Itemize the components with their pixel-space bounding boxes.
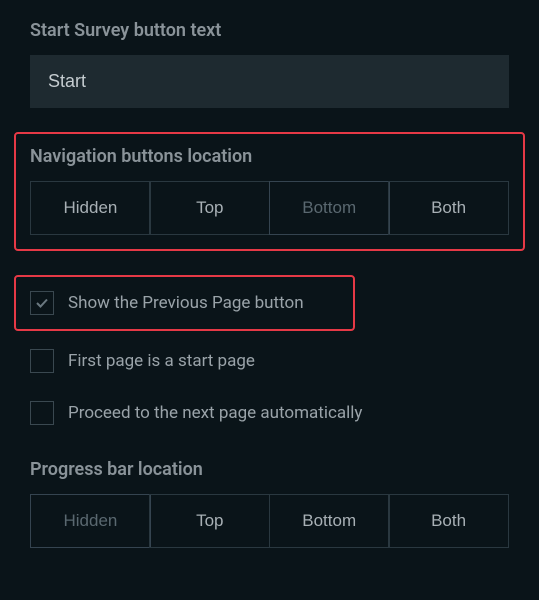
start-text-input[interactable] bbox=[30, 55, 509, 108]
nav-option-bottom[interactable]: Bottom bbox=[269, 181, 390, 235]
start-text-field: Start Survey button text bbox=[30, 20, 509, 108]
nav-option-hidden[interactable]: Hidden bbox=[30, 181, 151, 235]
nav-option-top[interactable]: Top bbox=[149, 181, 270, 235]
proceed-auto-label: Proceed to the next page automatically bbox=[68, 403, 362, 423]
first-page-start-row[interactable]: First page is a start page bbox=[30, 343, 509, 379]
proceed-auto-row[interactable]: Proceed to the next page automatically bbox=[30, 395, 509, 431]
check-icon bbox=[34, 295, 50, 311]
nav-buttons-segment: Hidden Top Bottom Both bbox=[30, 181, 509, 235]
show-previous-highlight: Show the Previous Page button bbox=[14, 275, 355, 331]
progress-option-bottom[interactable]: Bottom bbox=[269, 494, 390, 548]
show-previous-label: Show the Previous Page button bbox=[68, 293, 304, 313]
show-previous-row[interactable]: Show the Previous Page button bbox=[30, 285, 339, 321]
progress-bar-field: Progress bar location Hidden Top Bottom … bbox=[30, 459, 509, 548]
nav-buttons-label: Navigation buttons location bbox=[30, 146, 509, 167]
proceed-auto-checkbox[interactable] bbox=[30, 401, 54, 425]
checkbox-list: First page is a start page Proceed to th… bbox=[30, 343, 509, 431]
progress-bar-segment: Hidden Top Bottom Both bbox=[30, 494, 509, 548]
progress-bar-label: Progress bar location bbox=[30, 459, 509, 480]
progress-option-hidden[interactable]: Hidden bbox=[30, 494, 151, 548]
first-page-start-label: First page is a start page bbox=[68, 351, 255, 371]
start-text-label: Start Survey button text bbox=[30, 20, 509, 41]
progress-option-both[interactable]: Both bbox=[388, 494, 509, 548]
progress-option-top[interactable]: Top bbox=[149, 494, 270, 548]
first-page-start-checkbox[interactable] bbox=[30, 349, 54, 373]
nav-option-both[interactable]: Both bbox=[388, 181, 509, 235]
nav-buttons-field: Navigation buttons location Hidden Top B… bbox=[14, 132, 525, 251]
show-previous-checkbox[interactable] bbox=[30, 291, 54, 315]
